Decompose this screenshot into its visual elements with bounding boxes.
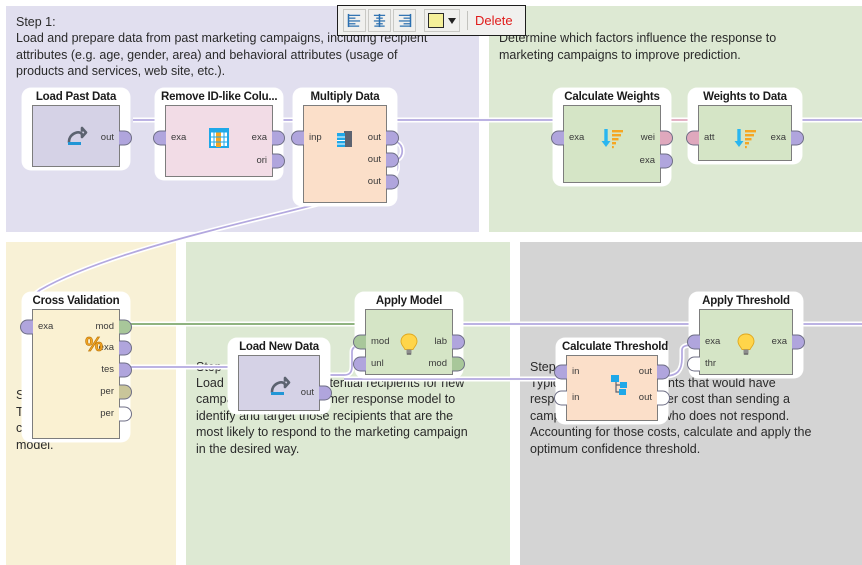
region-step2[interactable]: 2: Determine which factors influence the… [489, 6, 862, 232]
multiply-layers-icon [332, 127, 358, 153]
port-label-exa-out: exa [771, 336, 787, 347]
port-label-in-1: in [572, 366, 580, 377]
port-label-out-2: out [367, 154, 381, 165]
operator-title: Multiply Data [310, 91, 380, 103]
align-center-button[interactable] [368, 9, 391, 32]
port-label-per-1: per [100, 386, 114, 397]
port-in-mod[interactable] [353, 334, 366, 350]
operator-remove-id-like-columns[interactable]: Remove ID-like Colu... exa exa ori [150, 88, 288, 180]
table-columns-icon [206, 125, 232, 151]
port-in-unl[interactable] [353, 356, 366, 372]
port-in-exa[interactable] [551, 130, 564, 146]
operator-title: Load New Data [239, 341, 319, 353]
operator-title: Apply Model [375, 295, 443, 307]
operator-multiply-data[interactable]: Multiply Data inp out out out [288, 88, 402, 206]
port-in-2[interactable] [554, 390, 567, 406]
region-step2-text: 2: Determine which factors influence the… [499, 15, 777, 62]
port-label-mod-out: mod [428, 358, 447, 369]
operator-cross-validation[interactable]: Cross Validation exa mod exa tes per per… [17, 292, 135, 443]
operator-body[interactable]: exa mod exa tes per per % [17, 309, 135, 443]
port-in-thr[interactable] [687, 356, 700, 372]
process-canvas[interactable]: Step 1: Load and prepare data from past … [0, 0, 862, 565]
port-label-lab: lab [434, 336, 447, 347]
port-label-out-1: out [367, 132, 381, 143]
port-label-mod: mod [371, 336, 390, 347]
weights-arrow-icon [599, 125, 625, 151]
retrieve-arrow-icon [63, 123, 89, 149]
operator-body[interactable]: out [32, 105, 135, 167]
port-in-exa[interactable] [687, 334, 700, 350]
port-label-per-2: per [100, 408, 114, 419]
align-left-icon [347, 13, 361, 28]
hierarchy-icon [607, 372, 633, 398]
port-label-exa-in: exa [569, 132, 585, 143]
operator-weights-to-data[interactable]: Weights to Data att exa [683, 88, 807, 164]
align-left-button[interactable] [343, 9, 366, 32]
align-center-icon [373, 13, 386, 28]
operator-title: Calculate Weights [564, 91, 660, 103]
chevron-down-icon [448, 17, 456, 24]
port-label-att: att [704, 132, 715, 143]
percent-icon: % [81, 331, 107, 357]
port-label-out: out [100, 132, 114, 143]
port-label-wei: wei [640, 132, 655, 143]
port-label-in-2: in [572, 392, 580, 403]
operator-title: Load Past Data [35, 91, 117, 103]
port-in-1[interactable] [554, 364, 567, 380]
lightbulb-icon [396, 331, 422, 357]
port-label-exa-out: exa [251, 132, 267, 143]
toolbar-divider [467, 11, 468, 30]
port-in-inp[interactable] [291, 130, 304, 146]
operator-body[interactable]: exa exa ori [150, 105, 288, 177]
operator-load-past-data[interactable]: Load Past Data out [22, 88, 135, 170]
operator-title: Apply Threshold [702, 295, 790, 307]
port-label-out-3: out [367, 176, 381, 187]
operator-body[interactable]: out [238, 355, 335, 411]
operator-apply-model[interactable]: Apply Model mod unl lab mod [350, 292, 468, 378]
annotation-toolbar[interactable]: Delete [337, 5, 526, 36]
port-in-att[interactable] [686, 130, 699, 146]
delete-button[interactable]: Delete [475, 13, 513, 28]
port-label-exa: exa [705, 336, 721, 347]
operator-title: Calculate Threshold [562, 341, 668, 353]
port-in-exa[interactable] [20, 319, 33, 335]
operator-body[interactable]: inp out out out [288, 105, 402, 203]
port-label-ori: ori [256, 155, 267, 166]
operator-calculate-threshold[interactable]: Calculate Threshold in in out out [551, 338, 673, 425]
weights-arrow-icon [732, 125, 758, 151]
operator-body[interactable]: mod unl lab mod [350, 309, 468, 375]
operator-apply-threshold[interactable]: Apply Threshold exa thr exa [684, 292, 808, 378]
operator-load-new-data[interactable]: Load New Data out [228, 338, 335, 414]
port-label-unl: unl [371, 358, 384, 369]
operator-body[interactable]: exa thr exa [684, 309, 808, 375]
svg-text:%: % [85, 334, 103, 356]
port-label-thr: thr [705, 358, 717, 369]
operator-body[interactable]: att exa [683, 105, 807, 161]
port-label-out-1: out [638, 366, 652, 377]
operator-body[interactable]: exa wei exa [548, 105, 676, 183]
operator-title: Cross Validation [32, 295, 120, 307]
lightbulb-icon [733, 331, 759, 357]
align-right-icon [398, 13, 412, 28]
port-label-tes: tes [101, 364, 114, 375]
align-right-button[interactable] [393, 9, 416, 32]
operator-calculate-weights[interactable]: Calculate Weights exa wei exa [548, 88, 676, 186]
port-label-out: out [300, 387, 314, 398]
port-label-out-2: out [638, 392, 652, 403]
operator-title: Weights to Data [703, 91, 787, 103]
operator-title: Remove ID-like Colu... [161, 91, 278, 103]
retrieve-arrow-icon [266, 373, 292, 399]
port-in-exa[interactable] [153, 130, 166, 146]
color-swatch [428, 13, 444, 28]
operator-body[interactable]: in in out out [551, 355, 673, 425]
port-label-exa: exa [770, 132, 786, 143]
port-label-inp: inp [309, 132, 322, 143]
port-label-exa-in: exa [171, 132, 187, 143]
color-picker-button[interactable] [424, 9, 460, 32]
port-label-exa: exa [38, 321, 54, 332]
port-label-exa-out: exa [639, 155, 655, 166]
